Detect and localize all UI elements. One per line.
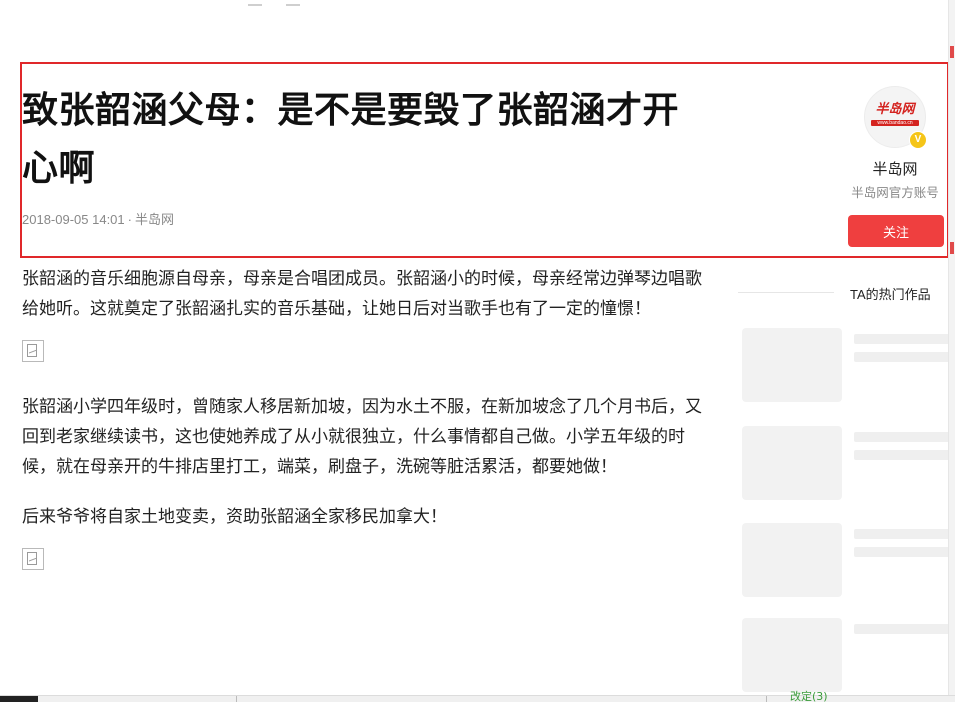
hot-work-title-placeholder: [854, 450, 954, 460]
hot-work-thumbnail: [742, 426, 842, 500]
bandao-logo: 半岛网: [875, 102, 915, 117]
header-fragment: [286, 0, 300, 6]
author-description: 半岛网官方账号: [851, 185, 939, 200]
hot-work-title-placeholder: [854, 624, 954, 634]
hot-work-title-placeholder: [854, 334, 954, 344]
hot-work-item[interactable]: [742, 523, 954, 597]
hot-works-divider: [738, 292, 834, 293]
bandao-logo-url-bar: www.bandao.cn: [871, 120, 919, 126]
edge-marker: [950, 46, 954, 58]
hot-work-item[interactable]: [742, 426, 954, 500]
hot-work-title-placeholder: [854, 547, 954, 557]
article-source[interactable]: 半岛网: [135, 212, 174, 227]
header-fragment: [248, 0, 262, 6]
taskbar-text[interactable]: 改定(3): [790, 691, 828, 702]
top-header-strip: [0, 0, 955, 6]
hot-work-item[interactable]: [742, 618, 954, 692]
author-card: 半岛网 www.bandao.cn V 半岛网 半岛网官方账号 关注: [840, 86, 950, 247]
bandao-logo-url: www.bandao.cn: [877, 120, 913, 126]
follow-button[interactable]: 关注: [848, 215, 944, 247]
hot-work-thumbnail: [742, 618, 842, 692]
page: 致张韶涵父母：是不是要毁了张韶涵才开心啊 2018-09-05 14:01 · 半岛…: [0, 0, 955, 702]
hot-work-title-placeholder: [854, 432, 954, 442]
article-body: 张韶涵的音乐细胞源自母亲，母亲是合唱团成员。张韶涵小的时候，母亲经常边弹琴边唱歌…: [22, 264, 702, 570]
verified-badge-icon: V: [909, 131, 927, 149]
taskbar-separator: [236, 696, 237, 702]
broken-image-icon: [22, 548, 44, 570]
avatar[interactable]: 半岛网 www.bandao.cn V: [864, 86, 927, 149]
article-paragraph: 后来爷爷将自家土地变卖，资助张韶涵全家移民加拿大！: [22, 507, 447, 527]
article-date: 2018-09-05 14:01: [22, 212, 125, 227]
edge-marker: [950, 242, 954, 254]
article-meta: 2018-09-05 14:01 · 半岛网: [22, 209, 174, 228]
article-title: 致张韶涵父母：是不是要毁了张韶涵才开心啊: [22, 90, 680, 189]
hot-work-item[interactable]: [742, 328, 954, 402]
hot-work-title-placeholder: [854, 529, 954, 539]
taskbar-separator: [766, 696, 767, 702]
hot-works-title: TA的热门作品: [850, 287, 931, 302]
meta-separator: ·: [127, 212, 132, 227]
hot-work-thumbnail: [742, 523, 842, 597]
article-paragraph: 张韶涵的音乐细胞源自母亲，母亲是合唱团成员。张韶涵小的时候，母亲经常边弹琴边唱歌…: [22, 269, 702, 319]
taskbar-fragment: 改定(3): [0, 691, 955, 702]
hot-work-title-placeholder: [854, 352, 954, 362]
broken-image-icon: [22, 340, 44, 362]
taskbar-start[interactable]: [0, 696, 38, 702]
author-name[interactable]: 半岛网: [840, 160, 950, 178]
article-paragraph: 张韶涵小学四年级时，曾随家人移居新加坡，因为水土不服，在新加坡念了几个月书后，又…: [22, 397, 702, 477]
hot-work-thumbnail: [742, 328, 842, 402]
window-edge: [948, 0, 955, 702]
